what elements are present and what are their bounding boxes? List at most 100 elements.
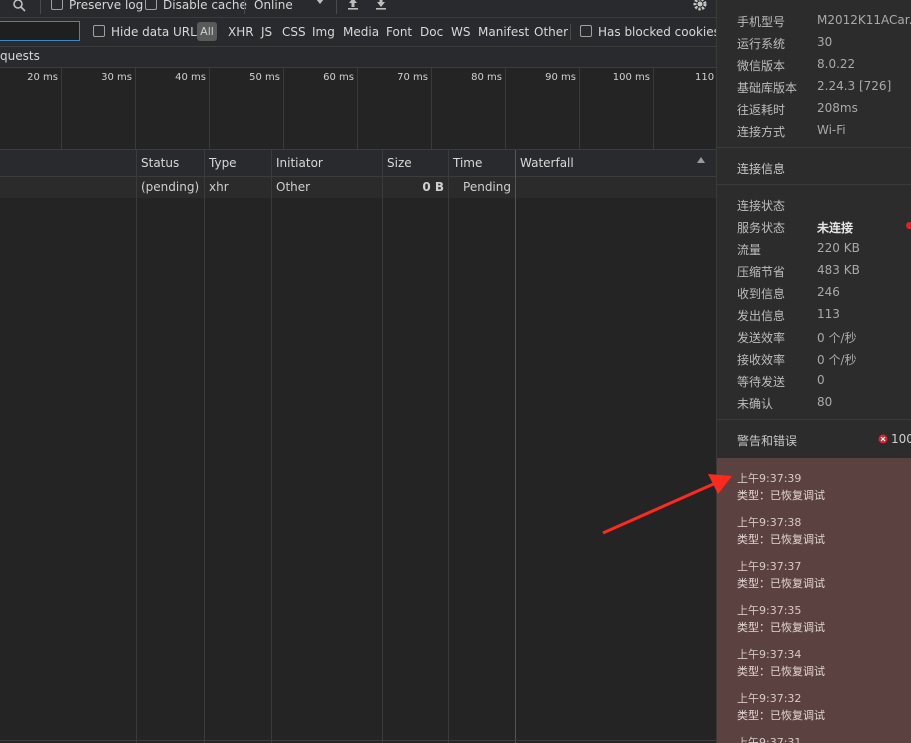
- column-header-time[interactable]: Time: [453, 156, 482, 170]
- gear-icon[interactable]: [692, 0, 708, 15]
- timeline-gridline: [61, 68, 62, 149]
- log-time: 上午9:37:38: [737, 516, 802, 529]
- cell-initiator: Other: [276, 180, 311, 194]
- requests-label: quests: [0, 49, 40, 63]
- warnings-title[interactable]: 警告和错误: [737, 432, 797, 449]
- info-label: 连接方式: [737, 125, 786, 139]
- column-header-waterfall[interactable]: Waterfall: [520, 156, 574, 170]
- toolbar-divider: [40, 0, 41, 14]
- timeline-tick-label: 70 ms: [397, 72, 428, 83]
- stat-row-unacked: 未确认 80: [737, 395, 832, 412]
- timeline-overview[interactable]: 20 ms 30 ms 40 ms 50 ms 60 ms 70 ms 80 m…: [0, 68, 716, 150]
- info-row-os: 运行系统 30: [737, 35, 832, 52]
- stat-row-pending-send: 等待发送 0: [737, 373, 825, 390]
- info-row-connection-type: 连接方式 Wi-Fi: [737, 123, 846, 140]
- column-divider: [271, 177, 272, 743]
- info-row-phone-model: 手机型号 M2012K11ACar...: [737, 13, 911, 30]
- disable-cache-checkbox[interactable]: Disable cache: [145, 0, 247, 12]
- export-har-icon[interactable]: [375, 0, 387, 13]
- hide-data-urls-checkbox[interactable]: Hide data URLs: [93, 25, 203, 39]
- has-blocked-cookies-label: Has blocked cookies: [598, 25, 720, 39]
- column-divider: [448, 177, 449, 743]
- stat-value: 0: [817, 373, 825, 387]
- import-har-icon[interactable]: [347, 0, 359, 13]
- error-count: 100: [891, 432, 911, 446]
- network-toolbar: Preserve log Disable cache Online: [0, 0, 716, 18]
- info-value: 208ms: [817, 101, 858, 115]
- request-table-header: Status Type Initiator Size Time Waterfal…: [0, 150, 716, 177]
- filter-type-media[interactable]: Media: [343, 25, 379, 39]
- has-blocked-cookies-checkbox[interactable]: Has blocked cookies: [580, 25, 720, 39]
- column-header-status[interactable]: Status: [141, 156, 179, 170]
- info-row-rtt: 往返耗时 208ms: [737, 101, 858, 118]
- stat-value: 220 KB: [817, 241, 860, 255]
- timeline-gridline: [135, 68, 136, 149]
- hide-data-urls-label: Hide data URLs: [111, 25, 204, 39]
- stat-value: 80: [817, 395, 833, 409]
- filter-input[interactable]: [0, 21, 80, 41]
- filter-type-css[interactable]: CSS: [282, 25, 306, 39]
- info-label: 微信版本: [737, 59, 786, 73]
- throttle-select[interactable]: Online: [254, 0, 293, 12]
- stat-label: 压缩节省: [737, 265, 786, 279]
- sort-up-icon[interactable]: [696, 154, 706, 168]
- filter-type-other[interactable]: Other: [534, 25, 568, 39]
- filter-type-all[interactable]: All: [197, 22, 217, 41]
- disable-cache-label: Disable cache: [163, 0, 247, 12]
- preserve-log-label: Preserve log: [69, 0, 144, 12]
- panel-divider: [717, 419, 911, 420]
- table-row[interactable]: (pending) xhr Other 0 B Pending: [0, 177, 716, 198]
- connection-state-title: 连接状态: [737, 199, 786, 213]
- timeline-tick-label: 40 ms: [175, 72, 206, 83]
- search-icon[interactable]: [12, 0, 26, 15]
- column-divider: [382, 177, 383, 743]
- filter-type-doc[interactable]: Doc: [420, 25, 443, 39]
- timeline-tick-label: 50 ms: [249, 72, 280, 83]
- requests-row: quests: [0, 47, 716, 68]
- stat-label: 发送效率: [737, 331, 786, 345]
- status-dot-icon: [906, 222, 911, 229]
- info-value: 30: [817, 35, 833, 49]
- timeline-tick-label: 20 ms: [27, 72, 58, 83]
- error-icon: [878, 433, 888, 447]
- filter-type-js[interactable]: JS: [261, 25, 272, 39]
- preserve-log-checkbox[interactable]: Preserve log: [51, 0, 143, 12]
- filter-type-manifest[interactable]: Manifest: [478, 25, 529, 39]
- log-time: 上午9:37:31: [737, 736, 802, 743]
- log-type: 类型：已恢复调试: [737, 489, 825, 502]
- filter-type-ws[interactable]: WS: [451, 25, 470, 39]
- filter-type-font[interactable]: Font: [386, 25, 412, 39]
- toolbar-divider: [244, 0, 245, 14]
- filter-bar: Hide data URLs All XHR JS CSS Img Media …: [0, 18, 720, 47]
- panel-divider: [717, 147, 911, 148]
- timeline-gridline: [357, 68, 358, 149]
- filter-type-xhr[interactable]: XHR: [228, 25, 254, 39]
- column-header-initiator[interactable]: Initiator: [276, 156, 323, 170]
- stat-value: 246: [817, 285, 840, 299]
- throttle-value: Online: [254, 0, 293, 12]
- timeline-gridline: [431, 68, 432, 149]
- cell-size: 0 B: [422, 180, 444, 194]
- info-label: 手机型号: [737, 15, 786, 29]
- info-value: 2.24.3 [726]: [817, 79, 892, 93]
- stat-row-traffic: 流量 220 KB: [737, 241, 860, 258]
- stat-value: 未连接: [817, 221, 854, 235]
- chevron-down-icon[interactable]: [315, 0, 325, 10]
- connection-info-title[interactable]: 连接信息: [737, 160, 785, 177]
- timeline-gridline: [505, 68, 506, 149]
- panel-divider: [717, 184, 911, 185]
- timeline-tick-label: 100 ms: [612, 72, 650, 83]
- column-header-size[interactable]: Size: [387, 156, 412, 170]
- stat-label: 发出信息: [737, 309, 786, 323]
- column-divider: [204, 177, 205, 743]
- filter-type-img[interactable]: Img: [312, 25, 335, 39]
- log-time: 上午9:37:37: [737, 560, 802, 573]
- log-type: 类型：已恢复调试: [737, 533, 825, 546]
- column-divider: [515, 177, 516, 743]
- info-label: 往返耗时: [737, 103, 786, 117]
- info-value: Wi-Fi: [817, 123, 846, 137]
- timeline-gridline: [209, 68, 210, 149]
- log-type: 类型：已恢复调试: [737, 665, 825, 678]
- column-header-type[interactable]: Type: [209, 156, 237, 170]
- stat-label: 接收效率: [737, 353, 786, 367]
